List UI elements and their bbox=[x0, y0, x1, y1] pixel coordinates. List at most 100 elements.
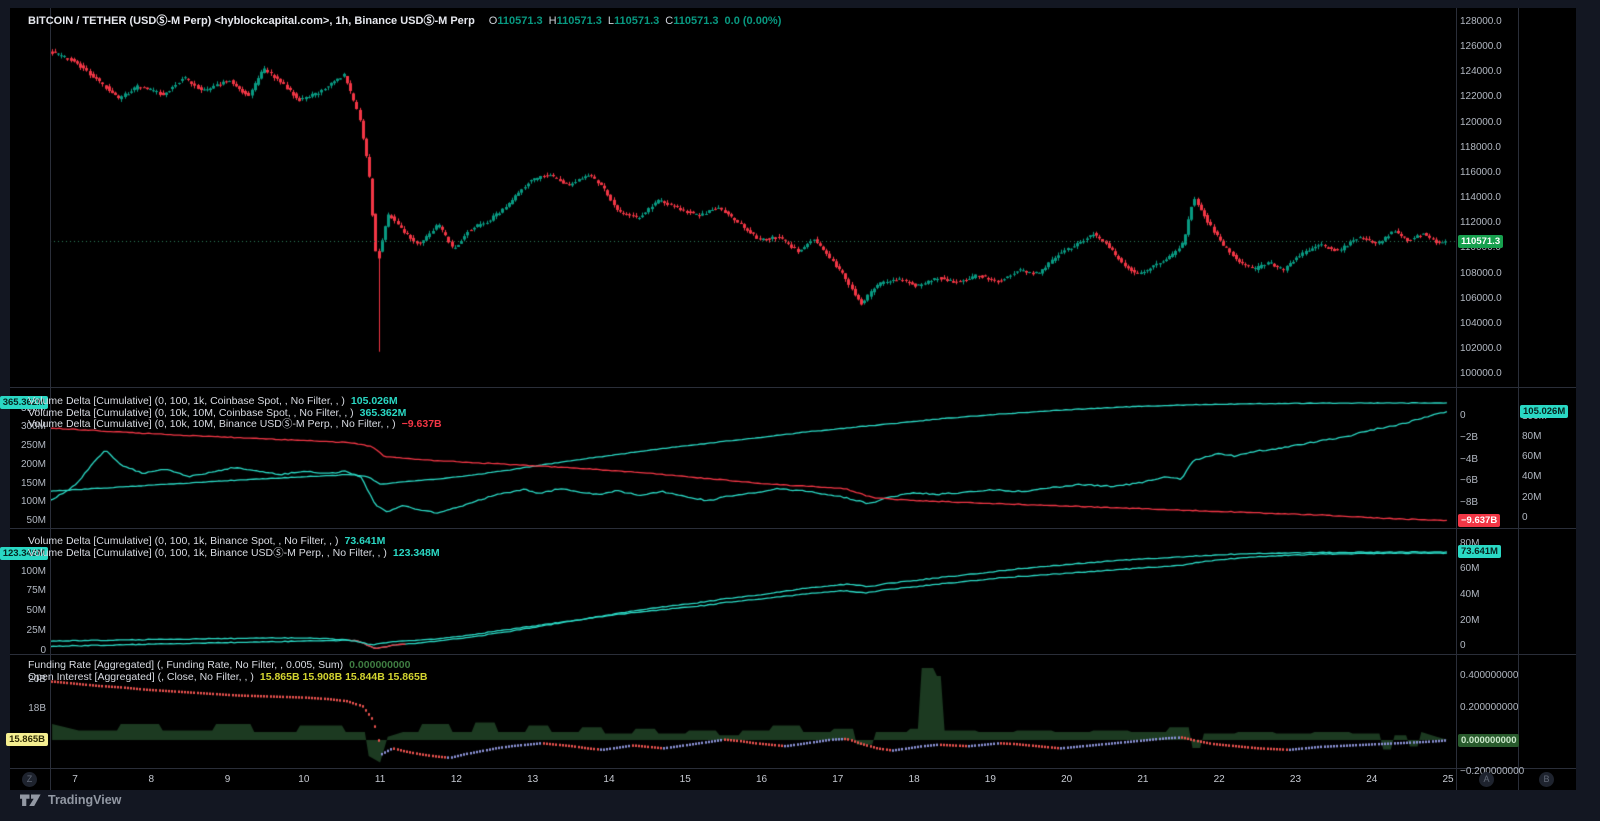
axis-tick-label: 20M bbox=[1460, 616, 1479, 626]
axis-tick-label: 20M bbox=[1522, 493, 1541, 503]
axis-tick-label: −2B bbox=[1460, 433, 1478, 443]
tradingview-logo-icon[interactable] bbox=[20, 793, 42, 808]
time-axis-label: 21 bbox=[1137, 774, 1148, 785]
time-axis-label: 12 bbox=[451, 774, 462, 785]
time-axis-label: 24 bbox=[1366, 774, 1377, 785]
axis-tick-label: −8B bbox=[1460, 498, 1478, 508]
time-axis-label: 25 bbox=[1442, 774, 1453, 785]
time-axis-label: 10 bbox=[298, 774, 309, 785]
axis-tick-label: 80M bbox=[1522, 432, 1541, 442]
time-axis-label: 9 bbox=[225, 774, 231, 785]
axis-tick-label: 0.400000000 bbox=[1460, 671, 1518, 681]
volume-delta-legend-pane3: Volume Delta [Cumulative] (0, 100, 1k, B… bbox=[28, 536, 440, 559]
axis-tick-label: −6B bbox=[1460, 476, 1478, 486]
time-axis-label: 20 bbox=[1061, 774, 1072, 785]
axis-tick-label: 0.200000000 bbox=[1460, 703, 1518, 713]
axis-tick-label: 0 bbox=[1522, 513, 1528, 523]
pane-separator[interactable] bbox=[10, 528, 1576, 529]
axis-tick-label: 114000.0 bbox=[1460, 193, 1501, 203]
high-label: H bbox=[549, 15, 557, 27]
indicator-legend-label: Volume Delta [Cumulative] (0, 100, 1k, B… bbox=[28, 547, 387, 559]
time-axis-label: 8 bbox=[148, 774, 154, 785]
axis-tick-label: −4B bbox=[1460, 455, 1478, 465]
chart-widget: BITCOIN / TETHER (USDⓈ-M Perp) <hyblockc… bbox=[10, 8, 1576, 790]
axis-tick-label: 104000.0 bbox=[1460, 319, 1502, 329]
pane-separator[interactable] bbox=[10, 654, 1576, 655]
axis-tick-label: 128000.0 bbox=[1460, 17, 1502, 27]
indicator-legend-label: Funding Rate [Aggregated] (, Funding Rat… bbox=[28, 659, 343, 671]
close-value: 110571.3 bbox=[673, 15, 718, 27]
symbol-title[interactable]: BITCOIN / TETHER (USDⓈ-M Perp) <hyblockc… bbox=[28, 15, 475, 27]
indicator-legend-row[interactable]: Volume Delta [Cumulative] (0, 100, 1k, B… bbox=[28, 548, 440, 560]
scale-mode-a-button[interactable]: A bbox=[1479, 772, 1494, 787]
axis-tick-label: 102000.0 bbox=[1460, 344, 1502, 354]
timezone-button[interactable]: Z bbox=[22, 772, 37, 787]
funding-oi-legend-pane4: Funding Rate [Aggregated] (, Funding Rat… bbox=[28, 660, 427, 683]
indicator-legend-value: 0.000000000 bbox=[349, 659, 410, 671]
pane-separator[interactable] bbox=[10, 387, 1576, 388]
indicator-legend-label: Volume Delta [Cumulative] (0, 100, 1k, B… bbox=[28, 535, 338, 547]
low-value: 110571.3 bbox=[614, 15, 659, 27]
high-value: 110571.3 bbox=[557, 15, 602, 27]
open-interest-value-label: 15.865B bbox=[6, 733, 48, 746]
cvd-binance-perp-value-label: −9.637B bbox=[1458, 514, 1500, 527]
time-axis-label: 14 bbox=[603, 774, 614, 785]
axis-tick-label: 60M bbox=[1522, 452, 1541, 462]
time-axis-label: 15 bbox=[680, 774, 691, 785]
indicator-legend-value: 15.865B 15.908B 15.844B 15.865B bbox=[260, 671, 428, 683]
axis-tick-label: 40M bbox=[1460, 590, 1479, 600]
indicator-legend-label: Volume Delta [Cumulative] (0, 10k, 10M, … bbox=[28, 418, 396, 430]
time-axis-label: 22 bbox=[1214, 774, 1225, 785]
time-axis-label: 13 bbox=[527, 774, 538, 785]
axis-tick-label: 18B bbox=[12, 704, 46, 714]
indicator-legend-value: 123.348M bbox=[393, 547, 440, 559]
footer-bar: TradingView bbox=[10, 791, 1576, 809]
axis-tick-label: 122000.0 bbox=[1460, 92, 1502, 102]
indicator-legend-label: Open Interest [Aggregated] (, Close, No … bbox=[28, 671, 254, 683]
indicator-legend-row[interactable]: Open Interest [Aggregated] (, Close, No … bbox=[28, 672, 427, 684]
axis-tick-label: 0 bbox=[12, 646, 46, 656]
volume-delta-legend-pane2: Volume Delta [Cumulative] (0, 100, 1k, C… bbox=[28, 396, 442, 431]
time-axis-label: 19 bbox=[985, 774, 996, 785]
axis-tick-label: 126000.0 bbox=[1460, 42, 1502, 52]
axis-tick-label: 200M bbox=[12, 460, 46, 470]
axis-tick-label: 118000.0 bbox=[1460, 143, 1501, 153]
indicator-legend-value: −9.637B bbox=[402, 418, 442, 430]
axis-tick-label: 106000.0 bbox=[1460, 294, 1502, 304]
indicator-legend-value: 365.362M bbox=[360, 407, 407, 419]
axis-tick-label: 75M bbox=[12, 586, 46, 596]
time-axis-label: 18 bbox=[909, 774, 920, 785]
scale-separator[interactable] bbox=[1456, 8, 1457, 790]
indicator-legend-label: Volume Delta [Cumulative] (0, 10k, 10M, … bbox=[28, 407, 354, 419]
time-axis-label: 7 bbox=[72, 774, 78, 785]
time-axis-label: 11 bbox=[375, 774, 385, 785]
axis-tick-label: 100M bbox=[12, 497, 46, 507]
tradingview-logo-text[interactable]: TradingView bbox=[48, 793, 121, 807]
indicator-legend-label: Volume Delta [Cumulative] (0, 100, 1k, C… bbox=[28, 395, 345, 407]
axis-tick-label: 120000.0 bbox=[1460, 118, 1502, 128]
axis-tick-label: 60M bbox=[1460, 564, 1479, 574]
pane-separator[interactable] bbox=[10, 768, 1576, 769]
main-chart-legend[interactable]: BITCOIN / TETHER (USDⓈ-M Perp) <hyblockc… bbox=[28, 12, 781, 28]
time-axis-label: 16 bbox=[756, 774, 767, 785]
indicator-legend-row[interactable]: Volume Delta [Cumulative] (0, 10k, 10M, … bbox=[28, 419, 442, 431]
axis-tick-label: 100M bbox=[12, 567, 46, 577]
time-axis-label: 23 bbox=[1290, 774, 1301, 785]
axis-tick-label: 25M bbox=[12, 626, 46, 636]
axis-tick-label: 50M bbox=[12, 516, 46, 526]
time-axis-label: 17 bbox=[832, 774, 843, 785]
axis-tick-label: 0 bbox=[1460, 641, 1466, 651]
axis-tick-label: 108000.0 bbox=[1460, 269, 1502, 279]
axis-tick-label: 50M bbox=[12, 606, 46, 616]
tradingview-page: BITCOIN / TETHER (USDⓈ-M Perp) <hyblockc… bbox=[0, 0, 1600, 821]
axis-tick-label: 40M bbox=[1522, 472, 1541, 482]
indicator-legend-value: 73.641M bbox=[344, 535, 385, 547]
last-price-label: 110571.3 bbox=[1458, 235, 1503, 248]
main-chart-canvas[interactable] bbox=[50, 8, 1456, 387]
indicator-legend-value: 105.026M bbox=[351, 395, 398, 407]
open-value: 110571.3 bbox=[497, 15, 542, 27]
scale-mode-b-button[interactable]: B bbox=[1539, 772, 1554, 787]
change-value: 0.0 (0.00%) bbox=[725, 15, 782, 27]
cvd-coinbase-1k-value-label: 105.026M bbox=[1520, 405, 1568, 418]
axis-tick-label: 150M bbox=[12, 479, 46, 489]
